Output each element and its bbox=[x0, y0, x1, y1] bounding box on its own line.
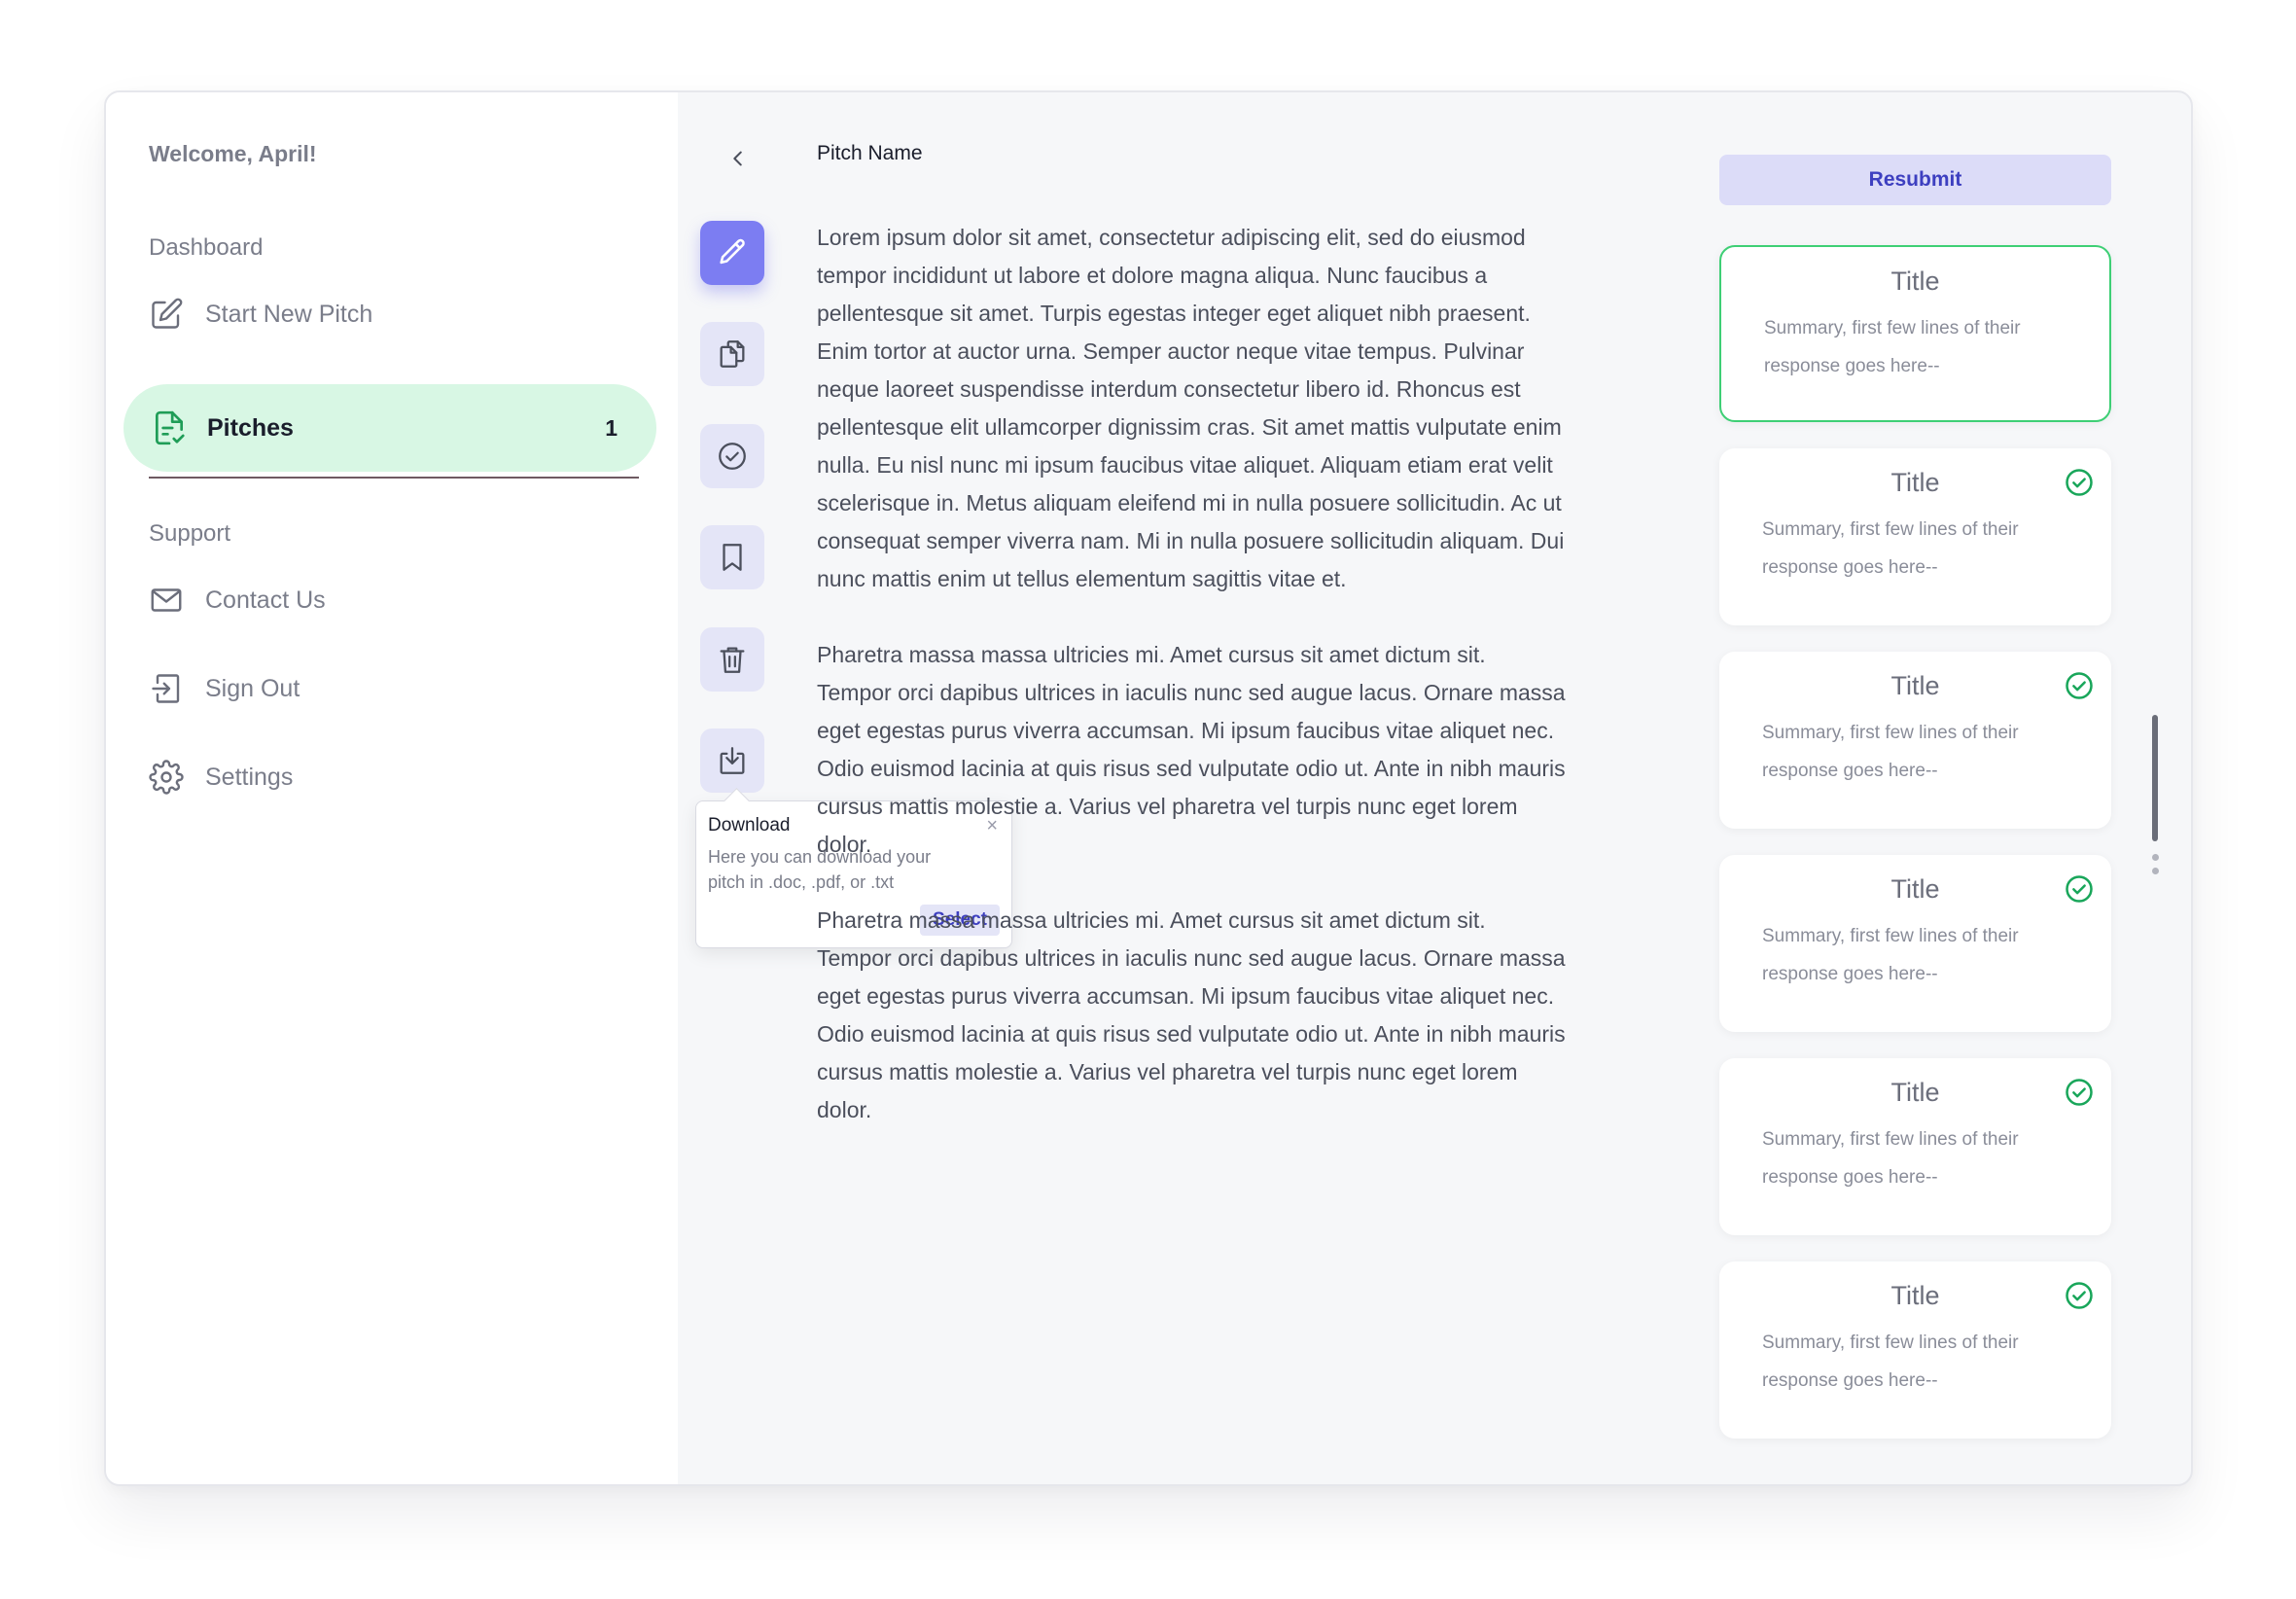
response-card[interactable]: Title Summary, first few lines of their … bbox=[1719, 652, 2111, 829]
card-summary: Summary, first few lines of their respon… bbox=[1762, 723, 2019, 781]
bookmark-icon bbox=[723, 544, 742, 571]
download-button[interactable] bbox=[700, 728, 764, 793]
card-title: Title bbox=[1890, 671, 1940, 700]
mail-icon bbox=[151, 588, 182, 612]
card-title: Title bbox=[1890, 1078, 1940, 1107]
sidebar-item-start-new-pitch[interactable]: Start New Pitch bbox=[149, 293, 372, 336]
back-button[interactable] bbox=[719, 139, 758, 178]
pencil-icon bbox=[720, 238, 745, 265]
copy-icon bbox=[720, 340, 745, 368]
check-circle-icon bbox=[2066, 1282, 2093, 1309]
card-title: Title bbox=[1890, 1281, 1940, 1310]
check-circle-icon bbox=[719, 443, 746, 470]
card-title: Title bbox=[1890, 266, 1940, 296]
gear-icon bbox=[149, 760, 184, 795]
sidebar-item-label: Settings bbox=[205, 763, 294, 791]
delete-button[interactable] bbox=[700, 627, 764, 692]
scrollbar-dot bbox=[2152, 854, 2159, 861]
trash-icon bbox=[720, 647, 745, 673]
check-circle-icon bbox=[2066, 672, 2093, 699]
card-title: Title bbox=[1890, 874, 1940, 904]
card-summary: Summary, first few lines of their respon… bbox=[1762, 926, 2019, 984]
card-title: Title bbox=[1890, 468, 1940, 497]
card-summary: Summary, first few lines of their respon… bbox=[1762, 1129, 2019, 1188]
sign-out-icon bbox=[152, 674, 180, 703]
card-summary: Summary, first few lines of their respon… bbox=[1764, 318, 2021, 376]
copy-button[interactable] bbox=[700, 322, 764, 386]
sidebar-item-label: Sign Out bbox=[205, 674, 300, 702]
scrollbar-thumb[interactable] bbox=[2152, 715, 2158, 841]
response-card[interactable]: Title Summary, first few lines of their … bbox=[1719, 245, 2111, 422]
sidebar-item-label: Start New Pitch bbox=[205, 300, 373, 328]
app-window: Welcome, April! Dashboard Start New Pitc… bbox=[104, 90, 2193, 1486]
pitch-title: Pitch Name bbox=[817, 142, 923, 164]
pitch-content: Lorem ipsum dolor sit amet, consectetur … bbox=[817, 219, 1566, 1167]
approve-button[interactable] bbox=[700, 424, 764, 488]
pitch-paragraph: Lorem ipsum dolor sit amet, consectetur … bbox=[817, 225, 1565, 591]
card-summary: Summary, first few lines of their respon… bbox=[1762, 1332, 2019, 1391]
edit-button[interactable] bbox=[700, 221, 764, 285]
resubmit-button[interactable]: Resubmit bbox=[1719, 155, 2111, 205]
pitch-paragraph: Pharetra massa massa ultricies mi. Amet … bbox=[817, 907, 1566, 1122]
scrollbar-dot bbox=[2152, 868, 2159, 874]
download-icon bbox=[720, 747, 745, 774]
sidebar: Welcome, April! Dashboard Start New Pitc… bbox=[106, 92, 678, 1484]
check-circle-icon bbox=[2066, 875, 2093, 903]
welcome-text: Welcome, April! bbox=[149, 141, 317, 166]
pitch-paragraph: Pharetra massa massa ultricies mi. Amet … bbox=[817, 642, 1566, 857]
check-circle-icon bbox=[2066, 1079, 2093, 1106]
document-check-icon bbox=[155, 410, 185, 445]
check-circle-icon bbox=[2066, 469, 2093, 496]
sidebar-item-settings[interactable]: Settings bbox=[149, 756, 293, 799]
chevron-left-icon bbox=[733, 151, 742, 166]
sidebar-divider bbox=[149, 477, 639, 479]
sidebar-item-contact-us[interactable]: Contact Us bbox=[149, 579, 326, 622]
sidebar-item-label: Pitches bbox=[207, 413, 294, 442]
card-summary: Summary, first few lines of their respon… bbox=[1762, 519, 2019, 578]
section-label-support: Support bbox=[149, 520, 231, 547]
response-card[interactable]: Title Summary, first few lines of their … bbox=[1719, 448, 2111, 625]
response-card[interactable]: Title Summary, first few lines of their … bbox=[1719, 1261, 2111, 1439]
bookmark-button[interactable] bbox=[700, 525, 764, 589]
response-card[interactable]: Title Summary, first few lines of their … bbox=[1719, 1058, 2111, 1235]
sidebar-item-pitches[interactable]: Pitches 1 bbox=[124, 384, 656, 472]
sidebar-item-label: Contact Us bbox=[205, 586, 326, 614]
sidebar-item-sign-out[interactable]: Sign Out bbox=[149, 667, 300, 710]
pitches-count-badge: 1 bbox=[605, 414, 618, 441]
section-label-dashboard: Dashboard bbox=[149, 234, 264, 261]
response-card[interactable]: Title Summary, first few lines of their … bbox=[1719, 855, 2111, 1032]
edit-icon bbox=[152, 298, 183, 329]
